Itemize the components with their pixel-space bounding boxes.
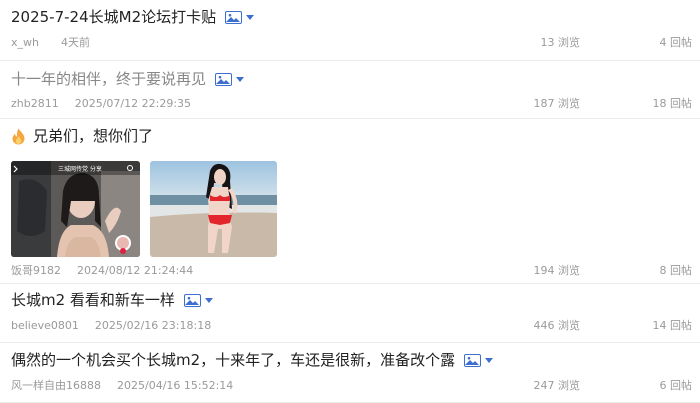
post-thumbnails: 三城网传党 分享: [0, 161, 277, 257]
reply-count: 4 回帖: [659, 36, 693, 49]
post-author[interactable]: zhb2811: [11, 97, 59, 110]
post-item[interactable]: 2025-7-24长城M2论坛打卡贴 x_wh 4天前 13 浏览 4 回帖: [0, 0, 700, 61]
post-title[interactable]: 十一年的相伴，终于要说再见: [11, 68, 206, 90]
post-list: 2025-7-24长城M2论坛打卡贴 x_wh 4天前 13 浏览 4 回帖 十…: [0, 0, 700, 403]
fire-icon: [12, 128, 25, 144]
post-time: 2024/08/12 21:24:44: [77, 263, 194, 277]
post-author[interactable]: 饭哥9182: [11, 262, 61, 278]
reply-count: 6 回帖: [659, 379, 693, 392]
post-item[interactable]: 长城m2 看看和新车一样 believe0801 2025/02/16 23:1…: [0, 284, 700, 343]
post-item[interactable]: 十一年的相伴，终于要说再见 zhb2811 2025/07/12 22:29:3…: [0, 61, 700, 119]
post-title[interactable]: 2025-7-24长城M2论坛打卡贴: [11, 6, 216, 28]
chevron-down-icon: [204, 297, 213, 303]
reply-count: 18 回帖: [652, 97, 693, 110]
image-icon: [225, 10, 243, 24]
post-author[interactable]: 风一样自由16888: [11, 377, 101, 393]
chevron-down-icon: [236, 76, 245, 82]
post-title[interactable]: 长城m2 看看和新车一样: [11, 289, 175, 311]
post-title[interactable]: 偶然的一个机会买个长城m2，十来年了，车还是很新，准备改个露: [11, 349, 455, 371]
post-meta: believe0801 2025/02/16 23:18:18 446 浏览 1…: [11, 317, 692, 333]
post-time: 2025/07/12 22:29:35: [74, 96, 192, 110]
post-time: 4天前: [60, 36, 90, 49]
post-meta: x_wh 4天前 13 浏览 4 回帖: [11, 34, 692, 50]
image-icon: [215, 72, 233, 86]
view-count: 13 浏览: [540, 36, 581, 49]
chevron-down-icon: [246, 14, 255, 20]
post-title[interactable]: 兄弟们，想你们了: [33, 125, 153, 147]
view-count: 194 浏览: [533, 264, 581, 277]
post-author[interactable]: believe0801: [11, 319, 79, 332]
post-meta: 风一样自由16888 2025/04/16 15:52:14 247 浏览 6 …: [11, 377, 692, 393]
reply-count: 14 回帖: [652, 319, 693, 332]
thumbnail-overlay-text: 三城网传党 分享: [58, 165, 102, 173]
post-thumbnail[interactable]: [150, 161, 277, 257]
image-indicator[interactable]: [183, 293, 213, 307]
post-item[interactable]: 兄弟们，想你们了 三城网传党 分享 饭哥9182 2024/08/12 21:2…: [0, 119, 700, 284]
post-meta: 饭哥9182 2024/08/12 21:24:44 194 浏览 8 回帖: [11, 262, 692, 278]
post-meta: zhb2811 2025/07/12 22:29:35 187 浏览 18 回帖: [11, 95, 692, 111]
chevron-down-icon: [485, 357, 494, 363]
post-time: 2025/04/16 15:52:14: [117, 378, 234, 392]
post-author[interactable]: x_wh: [11, 36, 39, 49]
post-time: 2025/02/16 23:18:18: [94, 318, 212, 332]
image-icon: [183, 293, 201, 307]
post-item[interactable]: 偶然的一个机会买个长城m2，十来年了，车还是很新，准备改个露 风一样自由1688…: [0, 343, 700, 403]
image-icon: [464, 353, 482, 367]
view-count: 187 浏览: [533, 97, 581, 110]
image-indicator[interactable]: [215, 72, 245, 86]
view-count: 247 浏览: [533, 379, 581, 392]
image-indicator[interactable]: [225, 10, 255, 24]
image-indicator[interactable]: [464, 353, 494, 367]
post-thumbnail[interactable]: 三城网传党 分享: [11, 161, 140, 257]
reply-count: 8 回帖: [659, 264, 693, 277]
view-count: 446 浏览: [533, 319, 581, 332]
